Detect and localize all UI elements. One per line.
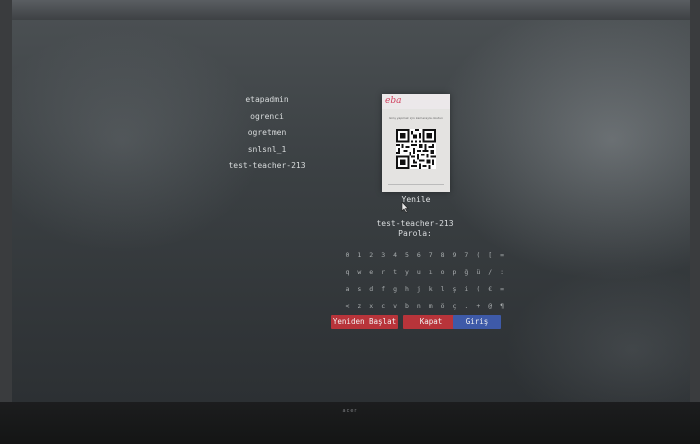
- restart-button[interactable]: Yeniden Başlat: [331, 315, 398, 329]
- keyboard-key[interactable]: 0: [342, 251, 354, 259]
- monitor-bezel-left: [0, 0, 12, 444]
- keyboard-key[interactable]: [: [484, 251, 496, 259]
- keyboard-key[interactable]: @: [484, 302, 496, 310]
- keyboard-key[interactable]: x: [365, 302, 377, 310]
- user-item-ogretmen[interactable]: ogretmen: [212, 128, 322, 137]
- keyboard-key[interactable]: h: [401, 285, 413, 293]
- keyboard-key[interactable]: ö: [437, 302, 449, 310]
- keyboard-key[interactable]: e: [365, 268, 377, 276]
- selected-user-name: test-teacher-213: [376, 219, 454, 228]
- keyboard-key[interactable]: 6: [413, 251, 425, 259]
- user-item-ogrenci[interactable]: ogrenci: [212, 112, 322, 121]
- keyboard-key[interactable]: 1: [353, 251, 365, 259]
- login-button[interactable]: Giriş: [453, 315, 501, 329]
- keyboard-key[interactable]: €: [484, 285, 496, 293]
- monitor-bezel-right: [690, 0, 700, 444]
- keyboard-row-digits: 0 1 2 3 4 5 6 7 8 9 7([=: [330, 251, 508, 259]
- keyboard-key[interactable]: 5: [401, 251, 413, 259]
- keyboard-key[interactable]: ü: [472, 268, 484, 276]
- keyboard-key[interactable]: 7: [460, 251, 472, 259]
- keyboard-key[interactable]: g: [389, 285, 401, 293]
- keyboard-key[interactable]: ş: [449, 285, 461, 293]
- keyboard-key[interactable]: f: [377, 285, 389, 293]
- keyboard-key[interactable]: l: [437, 285, 449, 293]
- keyboard-key[interactable]: 3: [377, 251, 389, 259]
- qr-code-icon: [396, 129, 436, 169]
- mouse-cursor-icon: [401, 202, 409, 213]
- qr-caption: Giriş yapmak için kamerayla okutun: [388, 116, 443, 120]
- keyboard-key[interactable]: t: [389, 268, 401, 276]
- keyboard-row-top: q w e r t y u ı o p ğ ü /:: [330, 268, 508, 276]
- keyboard-key[interactable]: b: [401, 302, 413, 310]
- keyboard-row-bottom: < z x c v b n m ö ç. + @ ¶: [330, 302, 508, 310]
- keyboard-key[interactable]: ğ: [460, 268, 472, 276]
- keyboard-key[interactable]: n: [413, 302, 425, 310]
- keyboard-key[interactable]: (: [472, 251, 484, 259]
- keyboard-key[interactable]: 7: [425, 251, 437, 259]
- keyboard-key[interactable]: /: [484, 268, 496, 276]
- keyboard-key[interactable]: +: [472, 302, 484, 310]
- refresh-button[interactable]: Yenile: [383, 195, 449, 204]
- keyboard-key[interactable]: v: [389, 302, 401, 310]
- user-item-test-teacher-213[interactable]: test-teacher-213: [212, 161, 322, 170]
- monitor-bezel-top: [0, 0, 700, 22]
- keyboard-key[interactable]: u: [413, 268, 425, 276]
- keyboard-key[interactable]: =: [496, 285, 508, 293]
- keyboard-key[interactable]: z: [353, 302, 365, 310]
- keyboard-key[interactable]: a: [342, 285, 354, 293]
- login-screen: etapadmin ogrenci ogretmen snlsnl_1 test…: [12, 20, 690, 402]
- qr-login-card: eba Giriş yapmak için kamerayla okutun: [382, 94, 450, 192]
- password-label: Parola:: [398, 229, 432, 238]
- keyboard-row-middle: a s d f g h j k l ş i(€ =: [330, 285, 508, 293]
- keyboard-key[interactable]: ç: [449, 302, 461, 310]
- keyboard-key[interactable]: 2: [365, 251, 377, 259]
- keyboard-key[interactable]: r: [377, 268, 389, 276]
- keyboard-key[interactable]: d: [365, 285, 377, 293]
- keyboard-key[interactable]: m: [425, 302, 437, 310]
- keyboard-key[interactable]: p: [449, 268, 461, 276]
- user-item-etapadmin[interactable]: etapadmin: [212, 95, 322, 104]
- close-button[interactable]: Kapat: [403, 315, 459, 329]
- keyboard-key[interactable]: ı: [425, 268, 437, 276]
- keyboard-key[interactable]: 4: [389, 251, 401, 259]
- qr-card-header: eba: [382, 94, 450, 109]
- keyboard-key[interactable]: ¶: [496, 302, 508, 310]
- on-screen-keyboard: 0 1 2 3 4 5 6 7 8 9 7([= q w e r t y u ı o p ğ ü /: asdfghjklş…: [330, 251, 508, 319]
- user-list: etapadmin ogrenci ogretmen snlsnl_1 test…: [212, 95, 322, 178]
- keyboard-key[interactable]: y: [401, 268, 413, 276]
- qr-footer-line: [388, 184, 444, 185]
- keyboard-key[interactable]: i: [460, 285, 472, 293]
- keyboard-key[interactable]: .: [460, 302, 472, 310]
- keyboard-key[interactable]: 8: [437, 251, 449, 259]
- keyboard-key[interactable]: k: [425, 285, 437, 293]
- monitor-brand-logo: acer: [342, 408, 358, 414]
- keyboard-key[interactable]: o: [437, 268, 449, 276]
- keyboard-key[interactable]: q: [342, 268, 354, 276]
- keyboard-key[interactable]: w: [353, 268, 365, 276]
- keyboard-key[interactable]: <: [342, 302, 354, 310]
- keyboard-key[interactable]: j: [413, 285, 425, 293]
- keyboard-key[interactable]: s: [353, 285, 365, 293]
- keyboard-key[interactable]: (: [472, 285, 484, 293]
- eba-logo: eba: [385, 96, 402, 106]
- user-item-snlsnl-1[interactable]: snlsnl_1: [212, 145, 322, 154]
- keyboard-key[interactable]: c: [377, 302, 389, 310]
- keyboard-key[interactable]: :: [496, 268, 508, 276]
- keyboard-key[interactable]: =: [496, 251, 508, 259]
- keyboard-key[interactable]: 9: [449, 251, 461, 259]
